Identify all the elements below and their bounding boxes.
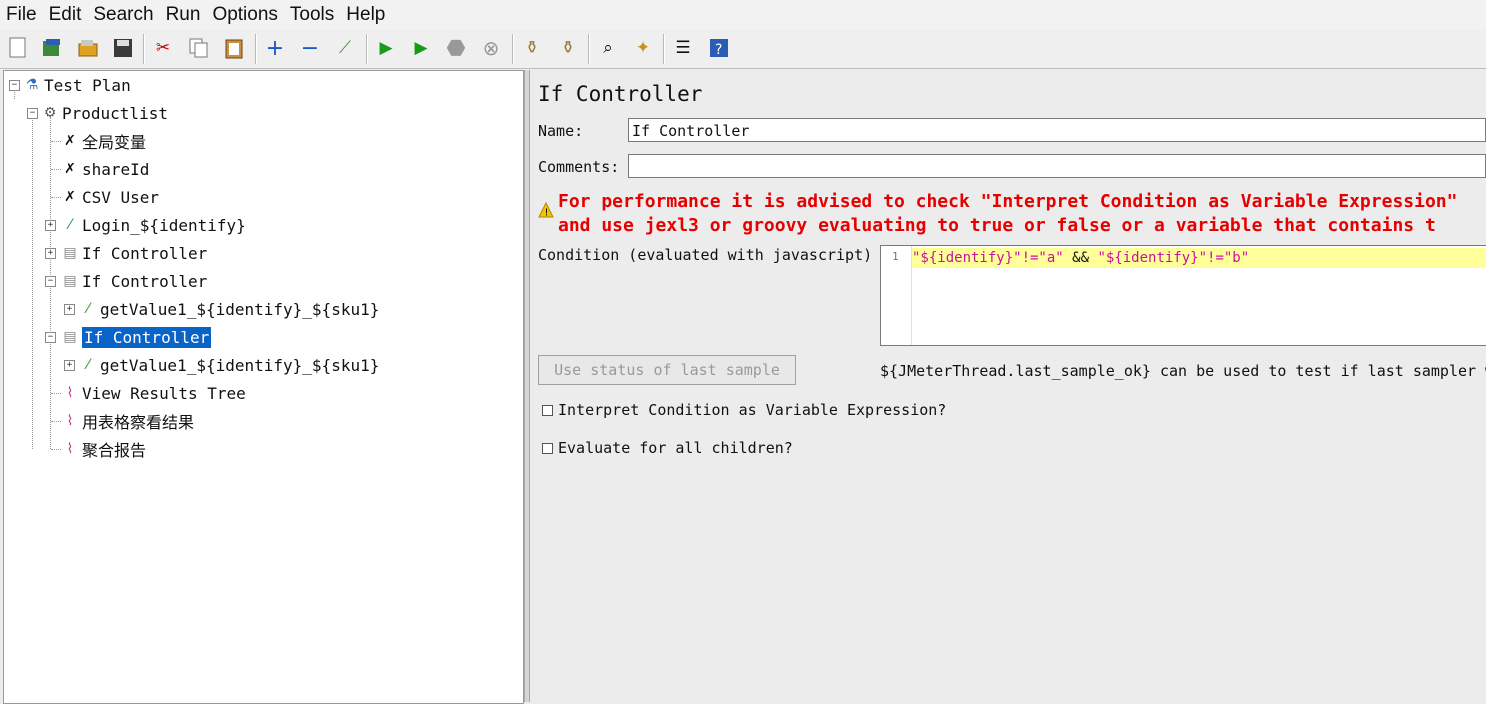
tree-node-if-controller-selected[interactable]: ▤ If Controller: [61, 325, 212, 349]
if-controller-panel: If Controller Name: If Controller Commen…: [530, 70, 1486, 702]
controller-icon: ▤: [63, 329, 77, 345]
save-icon[interactable]: [110, 35, 136, 61]
checkbox-box[interactable]: [542, 442, 553, 454]
warning-text-line1: For performance it is advised to check "…: [558, 191, 1458, 212]
comments-field[interactable]: [628, 154, 1486, 178]
gear-icon: ⚙: [43, 105, 57, 121]
expand-toggle[interactable]: +: [64, 304, 75, 315]
controller-icon: ▤: [63, 273, 77, 289]
tree-node-sampler[interactable]: ⁄ Login_${identify}: [61, 213, 246, 237]
collapse-toggle[interactable]: −: [45, 276, 56, 287]
code-line: "${identify}"!="a" && "${identify}"!="b": [912, 248, 1486, 268]
menu-options[interactable]: Options: [206, 4, 283, 26]
svg-text:?: ?: [715, 42, 722, 58]
condition-editor[interactable]: 1 "${identify}"!="a" && "${identify}"!="…: [880, 245, 1486, 346]
wrench-icon: ✗: [64, 133, 76, 149]
chart-icon: ⌇: [66, 413, 74, 429]
search-icon[interactable]: ⌕: [595, 35, 621, 61]
chart-icon: ⌇: [66, 385, 74, 401]
open-icon[interactable]: [75, 35, 101, 61]
collapse-icon[interactable]: −: [297, 35, 323, 61]
menu-bar: File Edit Search Run Options Tools Help: [0, 0, 1486, 30]
paste-icon[interactable]: [221, 35, 247, 61]
collapse-toggle[interactable]: −: [27, 108, 38, 119]
flask-icon: ⚗: [25, 77, 39, 93]
tree-node-config[interactable]: ✗ shareId: [61, 157, 149, 181]
tree-node-thread-group[interactable]: ⚙ Productlist: [41, 101, 168, 125]
svg-text:!: !: [545, 208, 549, 219]
evaluate-all-checkbox[interactable]: Evaluate for all children?: [542, 439, 793, 457]
interpret-checkbox[interactable]: Interpret Condition as Variable Expressi…: [542, 401, 946, 419]
panel-title: If Controller: [538, 82, 703, 106]
menu-run[interactable]: Run: [160, 4, 207, 26]
menu-help[interactable]: Help: [340, 4, 391, 26]
tree-node-if-controller[interactable]: ▤ If Controller: [61, 269, 207, 293]
reset-search-icon[interactable]: ✦: [630, 35, 656, 61]
function-helper-icon[interactable]: ☰: [670, 35, 696, 61]
clear-all-icon[interactable]: ⚱: [555, 35, 581, 61]
cut-icon[interactable]: ✂: [150, 35, 176, 61]
collapse-toggle[interactable]: −: [9, 80, 20, 91]
controller-icon: ▤: [63, 245, 77, 261]
stop-icon[interactable]: ⬣: [443, 35, 469, 61]
line-gutter: 1: [881, 246, 912, 345]
menu-file[interactable]: File: [0, 4, 43, 26]
comments-label: Comments:: [538, 158, 620, 176]
templates-icon[interactable]: [39, 35, 65, 61]
pipette-icon: ⁄: [86, 301, 90, 317]
warning-text-line2: and use jexl3 or groovy evaluating to tr…: [558, 215, 1436, 236]
collapse-toggle[interactable]: −: [45, 332, 56, 343]
tree-node-config[interactable]: ✗ 全局变量: [61, 129, 146, 153]
expand-icon[interactable]: +: [262, 35, 288, 61]
expand-toggle[interactable]: +: [45, 248, 56, 259]
start-icon[interactable]: ▶: [373, 35, 399, 61]
chart-icon: ⌇: [66, 441, 74, 457]
condition-label: Condition (evaluated with javascript): [538, 246, 873, 264]
shutdown-icon[interactable]: ⊗: [478, 35, 504, 61]
expand-toggle[interactable]: +: [64, 360, 75, 371]
new-icon[interactable]: [5, 35, 31, 61]
expand-toggle[interactable]: +: [45, 220, 56, 231]
wrench-icon: ✗: [64, 161, 76, 177]
name-label: Name:: [538, 122, 584, 140]
tree-node-test-plan[interactable]: ⚗ Test Plan: [23, 73, 131, 97]
toggle-icon[interactable]: ⟋: [332, 35, 358, 61]
start-no-pause-icon[interactable]: ▶: [408, 35, 434, 61]
warning-icon: !: [538, 201, 554, 222]
copy-icon[interactable]: [186, 35, 212, 61]
help-icon[interactable]: ?: [706, 35, 732, 61]
tree-node-listener[interactable]: ⌇ 聚合报告: [61, 437, 146, 461]
toolbar: ✂ + − ⟋ ▶ ▶ ⬣ ⊗ ⚱ ⚱ ⌕ ✦ ☰ ?: [0, 30, 1486, 69]
menu-tools[interactable]: Tools: [284, 4, 340, 26]
checkbox-box[interactable]: [542, 404, 553, 416]
menu-search[interactable]: Search: [87, 4, 159, 26]
tree-node-sampler[interactable]: ⁄ getValue1_${identify}_${sku1}: [79, 297, 380, 321]
pipette-icon: ⁄: [86, 357, 90, 373]
tree-node-if-controller[interactable]: ▤ If Controller: [61, 241, 207, 265]
tree-node-listener[interactable]: ⌇ View Results Tree: [61, 381, 246, 405]
tree-node-sampler[interactable]: ⁄ getValue1_${identify}_${sku1}: [79, 353, 380, 377]
test-plan-tree: − ⚗ Test Plan − ⚙ Productlist ✗ 全局变量 ✗ s…: [3, 70, 524, 704]
hint-text: ${JMeterThread.last_sample_ok} can be us…: [880, 362, 1486, 380]
menu-edit[interactable]: Edit: [43, 4, 88, 26]
name-field[interactable]: If Controller: [628, 118, 1486, 142]
pipette-icon: ⁄: [68, 217, 72, 233]
use-status-button[interactable]: Use status of last sample: [538, 355, 796, 385]
wrench-icon: ✗: [64, 189, 76, 205]
tree-node-config[interactable]: ✗ CSV User: [61, 185, 159, 209]
clear-icon[interactable]: ⚱: [519, 35, 545, 61]
tree-node-listener[interactable]: ⌇ 用表格察看结果: [61, 409, 194, 433]
